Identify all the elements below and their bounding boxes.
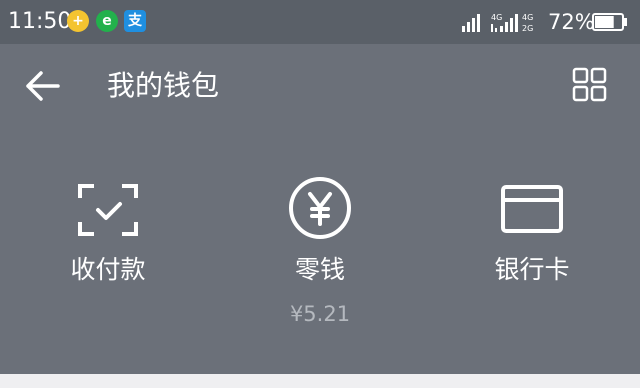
scan-pay-icon	[76, 182, 140, 242]
battery-icon	[592, 13, 628, 31]
status-bar: 11:50 + e 支 4G 4G 2G 72%	[0, 0, 640, 44]
page-title: 我的钱包	[107, 69, 220, 102]
signal-bars-icon	[462, 14, 480, 32]
status-time: 11:50	[8, 9, 72, 34]
e-app-icon: e	[96, 10, 118, 32]
battery-percent: 72%	[548, 10, 595, 34]
back-button[interactable]	[24, 64, 64, 108]
balance-amount: ¥5.21	[289, 302, 351, 326]
wallet-item-label: 收付款	[70, 255, 146, 284]
wallet-item-pay[interactable]: 收付款	[28, 168, 188, 328]
signal-indicators: 4G 4G 2G	[462, 12, 542, 34]
grid-icon	[572, 67, 607, 102]
wallet-item-change[interactable]: 零钱 ¥5.21	[240, 168, 400, 328]
network-label-2-top: 4G	[522, 13, 533, 22]
alipay-icon: 支	[124, 10, 146, 32]
yuan-coin-icon	[288, 177, 352, 244]
wallet-item-label: 银行卡	[494, 255, 570, 284]
network-label-2-bottom: 2G	[522, 24, 533, 33]
bank-card-icon	[500, 182, 564, 240]
wallet-item-bank-card[interactable]: 银行卡	[452, 168, 612, 328]
network-label-1: 4G	[491, 13, 502, 22]
app-bar	[0, 44, 640, 132]
signal-bars-2-icon	[500, 14, 518, 32]
plus-app-icon: +	[67, 10, 89, 32]
wallet-item-label: 零钱	[294, 255, 345, 284]
page-background	[0, 374, 640, 388]
grid-menu-button[interactable]	[570, 66, 610, 106]
arrow-left-icon	[26, 71, 60, 101]
